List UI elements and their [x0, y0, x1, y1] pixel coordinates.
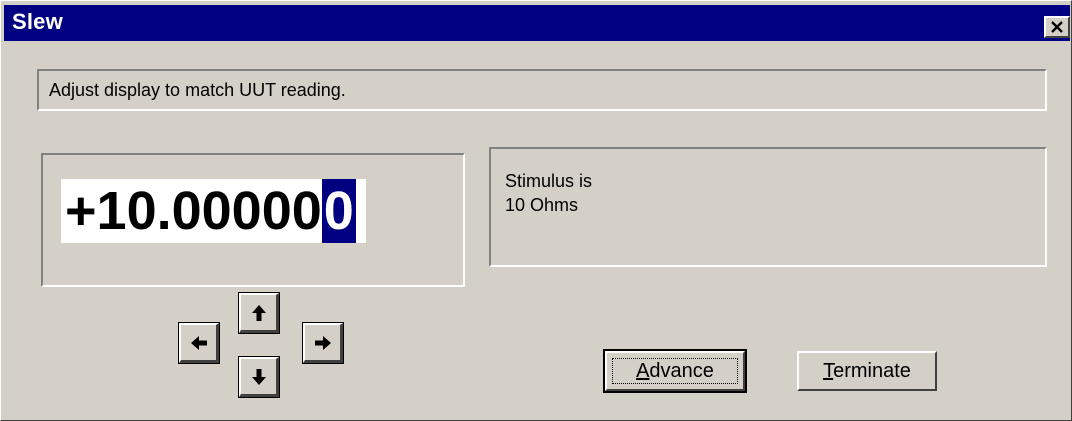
instruction-text: Adjust display to match UUT reading. — [49, 80, 346, 100]
right-arrow-button[interactable] — [303, 323, 343, 363]
right-arrow-icon — [314, 335, 331, 350]
down-arrow-button[interactable] — [239, 357, 279, 397]
display-value-digits: +10.00000 — [65, 181, 322, 241]
slew-dialog: Slew Adjust display to match UUT reading… — [0, 0, 1072, 421]
close-button[interactable] — [1044, 16, 1070, 38]
terminate-button[interactable]: Terminate — [797, 351, 937, 391]
stimulus-value: 10 Ohms — [505, 195, 579, 215]
up-arrow-icon — [251, 304, 266, 321]
close-icon — [1051, 21, 1063, 33]
advance-label: Advance — [636, 359, 714, 382]
slew-display-frame: +10.000000 — [41, 153, 465, 287]
down-arrow-icon — [251, 368, 266, 385]
slew-display-value[interactable]: +10.000000 — [61, 179, 366, 243]
instruction-panel: Adjust display to match UUT reading. — [37, 69, 1047, 111]
advance-button[interactable]: Advance — [605, 351, 745, 391]
stimulus-info-box: Stimulus is 10 Ohms — [489, 147, 1047, 267]
window-title: Slew — [12, 9, 63, 34]
title-bar[interactable]: Slew — [4, 5, 1070, 41]
stimulus-label: Stimulus is — [505, 171, 593, 191]
terminate-label: Terminate — [823, 359, 911, 382]
up-arrow-button[interactable] — [239, 293, 279, 333]
left-arrow-button[interactable] — [179, 323, 219, 363]
selected-digit[interactable]: 0 — [321, 179, 356, 243]
left-arrow-icon — [190, 335, 207, 350]
